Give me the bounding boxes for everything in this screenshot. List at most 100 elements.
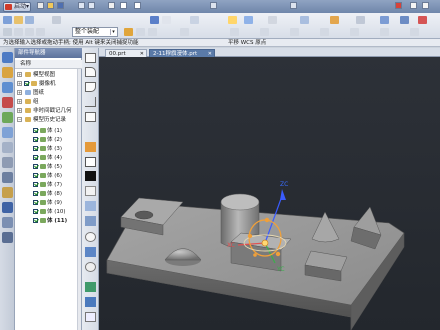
visibility-checkbox[interactable]	[33, 155, 38, 160]
corner-icon[interactable]	[85, 97, 96, 107]
history-icon[interactable]	[2, 142, 13, 153]
redo-icon[interactable]	[88, 2, 95, 9]
zoom-icon[interactable]	[300, 16, 309, 24]
visibility-checkbox[interactable]	[33, 128, 38, 133]
fillet-icon[interactable]	[85, 82, 96, 92]
web-browser-icon[interactable]	[2, 127, 13, 138]
wedge-feature[interactable]	[350, 206, 382, 250]
save-icon[interactable]	[57, 2, 64, 9]
visibility-checkbox[interactable]	[33, 146, 38, 151]
extrude-icon[interactable]	[85, 247, 96, 257]
snap-icon[interactable]	[52, 16, 61, 24]
shade-icon[interactable]	[330, 16, 339, 24]
fit-icon[interactable]	[356, 16, 365, 24]
system-scenes-icon[interactable]	[2, 217, 13, 228]
cut-icon[interactable]	[108, 2, 115, 9]
measure-icon[interactable]	[244, 16, 253, 24]
reuse-library-icon[interactable]	[2, 97, 13, 108]
visibility-checkbox[interactable]	[33, 164, 38, 169]
graphics-window[interactable]: ZC XC YC	[99, 57, 440, 330]
manufacturing-wizard-icon[interactable]	[2, 187, 13, 198]
visibility-checkbox[interactable]	[33, 200, 38, 205]
window-menu-icon[interactable]	[210, 2, 217, 9]
z-arrow-icon[interactable]	[280, 189, 286, 200]
hole-feature[interactable]	[134, 210, 154, 220]
undo-icon[interactable]	[78, 2, 85, 9]
tab-active-part[interactable]: 2-11穆旗漫体.prt ✕	[149, 49, 215, 57]
selection-scope-dropdown[interactable]: 整个装配 ▾	[72, 27, 118, 37]
orient-icon[interactable]	[190, 16, 199, 24]
visibility-checkbox[interactable]	[24, 81, 29, 86]
highlight-icon[interactable]	[85, 142, 96, 152]
assembly-navigator-icon[interactable]	[2, 52, 13, 63]
start-menu-button[interactable]: 启动▾	[3, 2, 31, 12]
snap-on-curve-icon[interactable]	[350, 28, 359, 36]
expand-toggle[interactable]: +	[17, 108, 22, 113]
process-studio-icon[interactable]	[2, 172, 13, 183]
rotate-icon[interactable]	[380, 16, 389, 24]
paste-icon[interactable]	[134, 2, 141, 9]
rotate-ball-handle[interactable]	[247, 233, 253, 239]
constraint-navigator-icon[interactable]	[2, 67, 13, 78]
layer-icon[interactable]	[162, 16, 171, 24]
boss-icon[interactable]	[85, 297, 96, 307]
visibility-checkbox[interactable]	[33, 182, 38, 187]
expand-toggle[interactable]: +	[17, 99, 22, 104]
sketch-rectangle-icon[interactable]	[85, 53, 96, 63]
revolve-icon[interactable]	[85, 262, 96, 272]
arc-icon[interactable]	[85, 67, 96, 77]
pan-icon[interactable]	[400, 16, 409, 24]
visibility-checkbox[interactable]	[33, 191, 38, 196]
menu-icon[interactable]	[3, 16, 12, 24]
part-navigator-icon[interactable]	[2, 82, 13, 93]
visibility-checkbox[interactable]	[33, 209, 38, 214]
minimize-icon[interactable]	[410, 2, 417, 9]
rotate-ball-handle[interactable]	[264, 217, 270, 223]
face-icon[interactable]	[85, 186, 96, 196]
pocket-icon[interactable]	[85, 312, 96, 322]
column-header-name[interactable]: 名称	[15, 60, 82, 69]
expand-toggle[interactable]: +	[17, 81, 22, 86]
command-finder-icon[interactable]	[290, 2, 297, 9]
chamfer-icon[interactable]	[85, 216, 96, 226]
copy-icon[interactable]	[120, 2, 127, 9]
general-filter-icon[interactable]	[36, 28, 45, 36]
help-icon[interactable]	[395, 2, 402, 9]
new-file-icon[interactable]	[37, 2, 44, 9]
rotate-ball-handle[interactable]	[275, 251, 281, 257]
visibility-checkbox[interactable]	[33, 173, 38, 178]
color-black-icon[interactable]	[85, 171, 96, 181]
render-style-icon[interactable]	[150, 16, 159, 24]
journal-icon[interactable]	[2, 232, 13, 243]
select-icon[interactable]	[14, 16, 23, 24]
navigator-scrollbar[interactable]	[77, 69, 81, 330]
profile-icon[interactable]	[85, 112, 96, 122]
snap-control-icon[interactable]	[180, 28, 189, 36]
visibility-checkbox[interactable]	[33, 218, 38, 223]
color-white-icon[interactable]	[85, 157, 96, 167]
edge-blend-icon[interactable]	[85, 201, 96, 211]
snap-on-face-icon[interactable]	[380, 28, 389, 36]
expand-toggle[interactable]: +	[17, 90, 22, 95]
snap-existing-icon[interactable]	[320, 28, 329, 36]
collapse-toggle[interactable]: −	[17, 117, 22, 122]
origin-handle[interactable]	[261, 239, 269, 247]
expand-toggle[interactable]: +	[17, 72, 22, 77]
analysis-icon[interactable]	[268, 16, 277, 24]
hole-icon[interactable]	[85, 282, 96, 292]
hd3d-tools-icon[interactable]	[2, 112, 13, 123]
snap-center-icon[interactable]	[260, 28, 269, 36]
snap-quadrant-icon[interactable]	[290, 28, 299, 36]
rotate-ball-handle[interactable]	[253, 253, 257, 257]
type-filter-icon[interactable]	[25, 28, 34, 36]
wcs-icon[interactable]	[228, 16, 237, 24]
tab-00-prt[interactable]: 00.prt ✕	[105, 49, 147, 57]
roles-icon[interactable]	[2, 202, 13, 213]
snap-end-icon[interactable]	[136, 28, 145, 36]
close-window-icon[interactable]	[422, 2, 429, 9]
snap-bounded-icon[interactable]	[410, 28, 419, 36]
snap-intersect-icon[interactable]	[230, 28, 239, 36]
filter-menu-icon[interactable]	[3, 28, 12, 36]
snap-mid-icon[interactable]	[148, 28, 157, 36]
view-icon[interactable]	[25, 16, 34, 24]
